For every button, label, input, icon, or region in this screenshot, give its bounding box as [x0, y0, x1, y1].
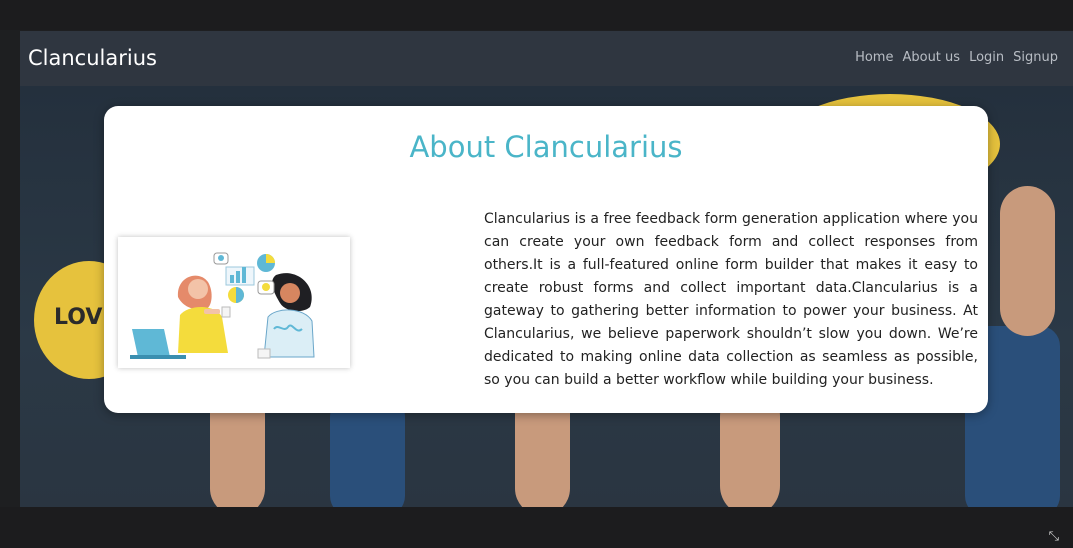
navbar: Clancularius Home About us Login Signup — [20, 31, 1073, 86]
about-title: About Clancularius — [409, 130, 683, 164]
nav-link-login[interactable]: Login — [969, 50, 1004, 65]
top-window-bar — [0, 0, 1073, 30]
nav-link-signup[interactable]: Signup — [1013, 50, 1058, 65]
about-description: Clancularius is a free feedback form gen… — [484, 211, 978, 388]
illustration-svg — [130, 252, 315, 359]
nav-links: Home About us Login Signup — [855, 50, 1058, 65]
speech-bubble-text: LOV — [54, 305, 103, 330]
raised-hand — [1000, 186, 1055, 336]
brand-logo-text[interactable]: Clancularius — [28, 46, 157, 70]
exit-fullscreen-icon[interactable]: ⤡ — [1049, 529, 1059, 544]
nav-link-home[interactable]: Home — [855, 50, 893, 65]
illustration-two-women-chatting — [118, 237, 350, 368]
nav-link-about[interactable]: About us — [902, 50, 960, 65]
about-card: About Clancularius Clancularius is a fre… — [104, 106, 988, 413]
bottom-window-bar: ⤡ — [0, 507, 1073, 548]
